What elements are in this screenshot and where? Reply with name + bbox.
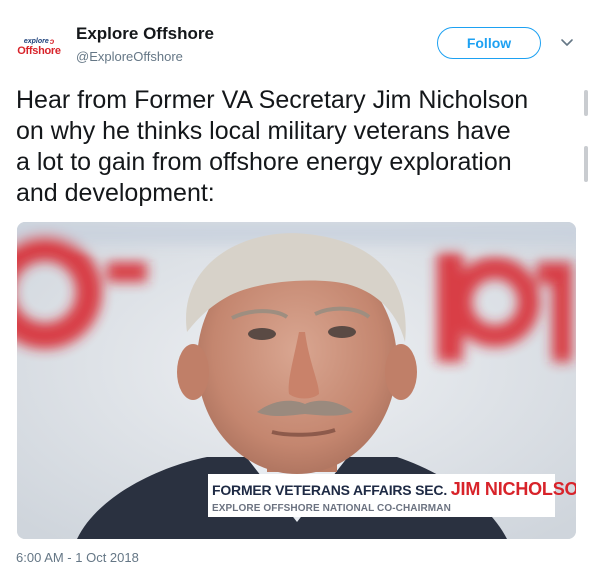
scrollbar-thumb[interactable] [584,90,588,116]
scrollbar-thumb[interactable] [584,146,588,182]
avatar-logo-bottom: Offshore [17,44,61,57]
caption-prefix: FORMER VETERANS AFFAIRS SEC. [212,482,448,498]
tweet-text-line: and development: [16,179,215,207]
tweet-card: explore ↄ Offshore Explore Offshore @Exp… [0,0,602,581]
avatar[interactable]: explore ↄ Offshore [14,32,64,62]
scrollbar[interactable] [584,90,590,190]
tweet-text-line: Hear from Former VA Secretary Jim Nichol… [16,86,529,114]
author-handle[interactable]: @ExploreOffshore [76,49,183,64]
caption-subtitle: EXPLORE OFFSHORE NATIONAL CO-CHAIRMAN [212,503,451,514]
tweet-timestamp[interactable]: 6:00 AM - 1 Oct 2018 [16,550,139,565]
avatar-logo-top-text: explore [23,38,49,45]
lower-third-caption: FORMER VETERANS AFFAIRS SEC. JIM NICHOLS… [208,474,576,517]
caption-name: JIM NICHOLSON [450,479,576,499]
tweet-text: Hear from Former VA Secretary Jim Nichol… [16,85,584,209]
tweet-text-line: on why he thinks local military veterans… [16,117,511,145]
video-thumbnail[interactable]: FORMER VETERANS AFFAIRS SEC. JIM NICHOLS… [17,222,576,539]
tweet-text-line: a lot to gain from offshore energy explo… [16,148,512,176]
chevron-down-icon[interactable] [560,38,574,48]
author-name[interactable]: Explore Offshore [76,24,214,44]
caption-title: FORMER VETERANS AFFAIRS SEC. JIM NICHOLS… [212,479,576,500]
follow-button[interactable]: Follow [437,27,541,59]
